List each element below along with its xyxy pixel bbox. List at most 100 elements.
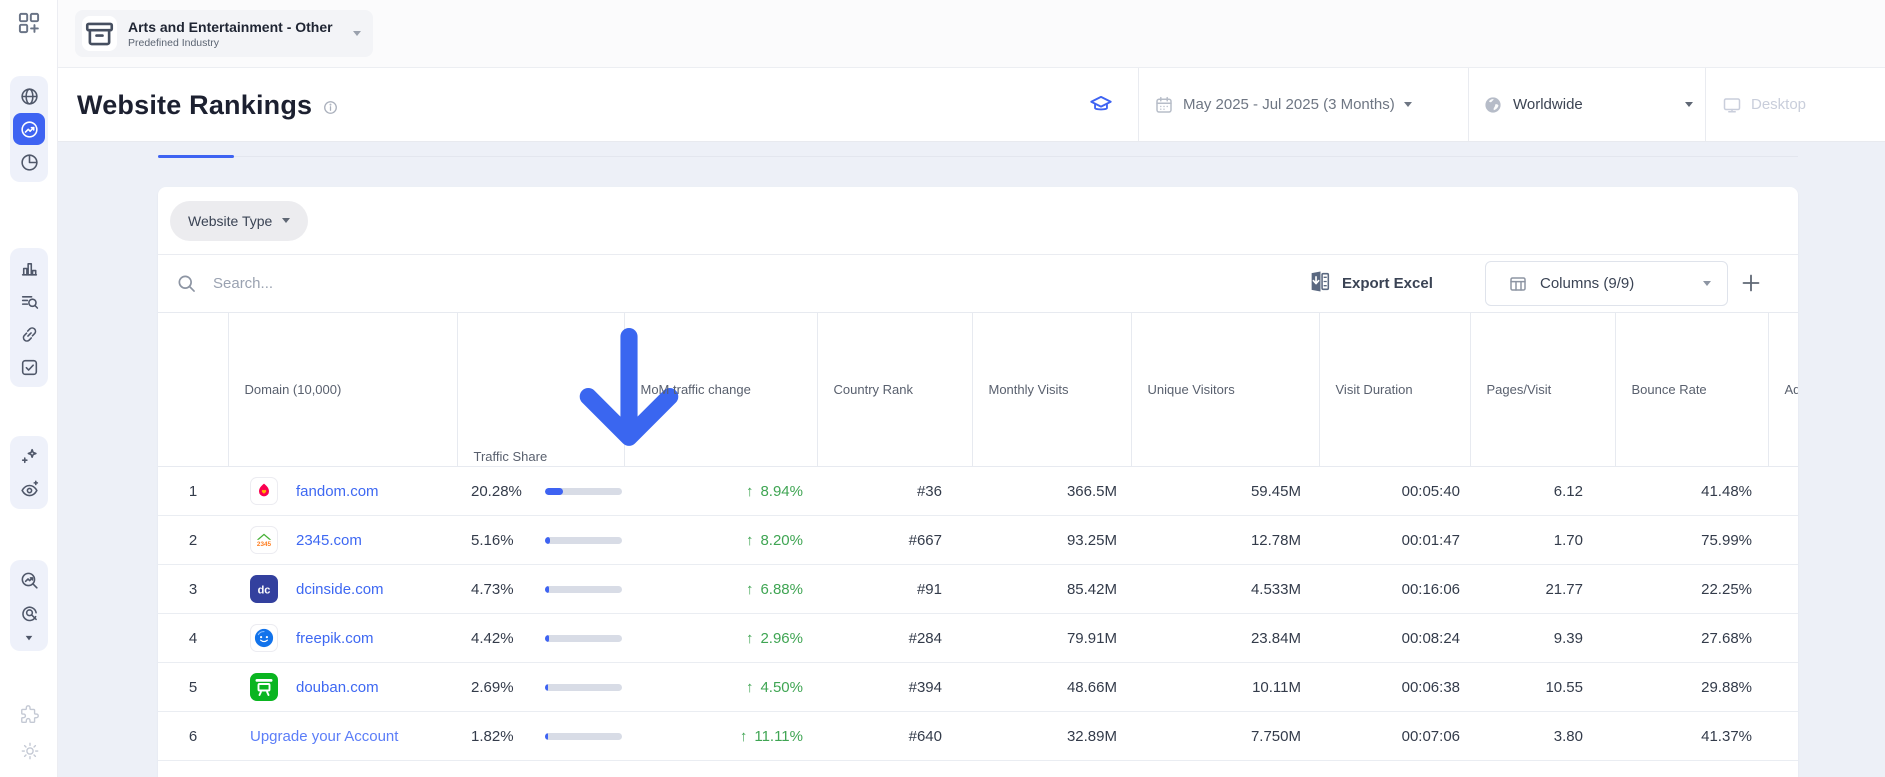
up-arrow-icon: ↑ <box>746 532 754 549</box>
cell-country-rank: #91 <box>817 565 972 614</box>
cell-traffic-share: 5.16% <box>457 516 624 565</box>
app-grid-add-icon[interactable] <box>16 10 42 36</box>
cell-unique-visitors: 7.750M <box>1131 712 1319 761</box>
table-header-cell-domain[interactable]: Domain (10,000) <box>228 313 457 467</box>
industry-selector[interactable]: Arts and Entertainment - Other Predefine… <box>75 10 373 57</box>
sidebar-item-locate-search-icon[interactable] <box>13 597 45 629</box>
cell-rank: 7 <box>158 761 228 777</box>
chevron-down-icon <box>1685 102 1693 107</box>
search-icon <box>176 273 197 294</box>
sidebar-group-research <box>10 248 48 387</box>
table-header-cell-bounce[interactable]: Bounce Rate <box>1615 313 1768 467</box>
table-header-cell-dur[interactable]: Visit Duration <box>1319 313 1470 467</box>
cell-mom-change: ↑6.88% <box>624 565 817 614</box>
cell-unique-visitors: 10.11M <box>1131 663 1319 712</box>
cell-country-rank: #1,554 <box>817 761 972 777</box>
cell-visit-duration: 00:06:38 <box>1319 663 1470 712</box>
gear-icon[interactable] <box>19 740 41 762</box>
sidebar-item-trend-search-icon[interactable] <box>13 564 45 596</box>
cell-visit-duration: 00:07:06 <box>1319 712 1470 761</box>
table-body: 1fandom.com20.28%↑8.94%#36366.5M59.45M00… <box>158 467 1798 777</box>
domain-link[interactable]: douban.com <box>296 679 379 696</box>
divider <box>1468 68 1469 141</box>
search-input[interactable] <box>213 275 813 292</box>
export-excel-button[interactable]: Export Excel <box>1308 255 1433 312</box>
filter-row: Website Type <box>158 187 1798 255</box>
cell-monthly-visits: 26.19M <box>972 761 1131 777</box>
traffic-share-value: 4.73% <box>471 581 545 598</box>
table-header-cell-share[interactable]: Traffic Share <box>457 313 624 467</box>
puzzle-icon[interactable] <box>19 703 41 725</box>
table-header-cell-rank[interactable] <box>158 313 228 467</box>
mom-change-value: 2.96% <box>760 630 803 647</box>
domain-link[interactable]: 2345.com <box>296 532 362 549</box>
cell-unique-visitors: 4.533M <box>1131 565 1319 614</box>
cell-rank: 6 <box>158 712 228 761</box>
upgrade-account-link[interactable]: Upgrade your Account <box>250 728 398 745</box>
table-row: 1fandom.com20.28%↑8.94%#36366.5M59.45M00… <box>158 467 1798 516</box>
sidebar-item-bar-chart-icon[interactable] <box>13 252 45 284</box>
cell-visit-duration: 00:05:40 <box>1319 467 1470 516</box>
sidebar-item-pie-chart-icon[interactable] <box>13 146 45 178</box>
mom-change-value: 8.94% <box>760 483 803 500</box>
domain-link[interactable]: dcinside.com <box>296 581 384 598</box>
cell-domain: dcdcinside.com <box>228 565 457 614</box>
device-selector[interactable]: Desktop <box>1722 68 1872 141</box>
page-header: Website Rankings May 2025 - Jul 2025 (3 … <box>58 68 1885 142</box>
cell-monthly-visits: 366.5M <box>972 467 1131 516</box>
domain-link[interactable]: freepik.com <box>296 630 374 647</box>
sidebar-more-chevron-down-icon[interactable] <box>13 630 45 648</box>
info-icon[interactable] <box>322 99 339 116</box>
domain-link[interactable]: fandom.com <box>296 483 379 500</box>
cell-monthly-visits: 93.25M <box>972 516 1131 565</box>
cell-domain: fandom.com <box>228 467 457 516</box>
cell-traffic-share: 4.42% <box>457 614 624 663</box>
cell-country-rank: #284 <box>817 614 972 663</box>
device-label: Desktop <box>1751 96 1806 113</box>
cell-bounce-rate: 22.25% <box>1615 565 1768 614</box>
monitor-icon <box>1722 95 1742 115</box>
table-header-cell-ads[interactable]: Ad <box>1768 313 1798 467</box>
tab-strip <box>158 144 1798 157</box>
cell-pages-per-visit: 3.80 <box>1470 712 1615 761</box>
table-header-cell-crank[interactable]: Country Rank <box>817 313 972 467</box>
sidebar-item-sparkles-icon[interactable] <box>13 440 45 472</box>
table-row: 5douban.com2.69%↑4.50%#39448.66M10.11M00… <box>158 663 1798 712</box>
website-type-filter[interactable]: Website Type <box>170 201 308 241</box>
add-column-button[interactable] <box>1739 271 1763 295</box>
sidebar-item-globe-trend-icon[interactable] <box>13 113 45 145</box>
table-header-cell-pages[interactable]: Pages/Visit <box>1470 313 1615 467</box>
table-header-cell-visits[interactable]: Monthly Visits <box>972 313 1131 467</box>
mom-change-value: 11.11% <box>754 728 803 745</box>
table-header-cell-uniq[interactable]: Unique Visitors <box>1131 313 1319 467</box>
sidebar-item-tag-check-icon[interactable] <box>13 351 45 383</box>
cell-domain: freepik.com <box>228 614 457 663</box>
sidebar-item-eye-plus-icon[interactable] <box>13 473 45 505</box>
cell-country-rank: #394 <box>817 663 972 712</box>
cell-unique-visitors: 4.685M <box>1131 761 1319 777</box>
traffic-share-value: 5.16% <box>471 532 545 549</box>
cell-unique-visitors: 23.84M <box>1131 614 1319 663</box>
sidebar-item-list-search-icon[interactable] <box>13 285 45 317</box>
cell-domain: Upgrade your Account <box>228 761 457 777</box>
globe-icon <box>1483 95 1503 115</box>
sidebar-item-globe-icon[interactable] <box>13 80 45 112</box>
cell-traffic-share: 4.73% <box>457 565 624 614</box>
favicon-freepik <box>250 624 278 652</box>
rankings-card: Website Type Export Excel <box>158 187 1798 777</box>
table-wrap: Domain (10,000)Traffic ShareMoM traffic … <box>158 312 1798 777</box>
website-type-label: Website Type <box>188 213 272 229</box>
sidebar-item-link-icon[interactable] <box>13 318 45 350</box>
active-tab-indicator[interactable] <box>158 155 234 158</box>
cell-rank: 2 <box>158 516 228 565</box>
region-selector[interactable]: Worldwide <box>1483 68 1693 141</box>
columns-dropdown[interactable]: Columns (9/9) <box>1485 261 1728 306</box>
cell-bounce-rate: 75.99% <box>1615 516 1768 565</box>
cell-pages-per-visit: 4.69 <box>1470 761 1615 777</box>
academy-icon[interactable] <box>1088 92 1114 118</box>
traffic-share-bar <box>545 733 622 740</box>
excel-export-icon <box>1308 269 1333 299</box>
mom-change-value: 6.88% <box>760 581 803 598</box>
date-range-selector[interactable]: May 2025 - Jul 2025 (3 Months) <box>1154 68 1454 141</box>
cell-pages-per-visit: 6.12 <box>1470 467 1615 516</box>
